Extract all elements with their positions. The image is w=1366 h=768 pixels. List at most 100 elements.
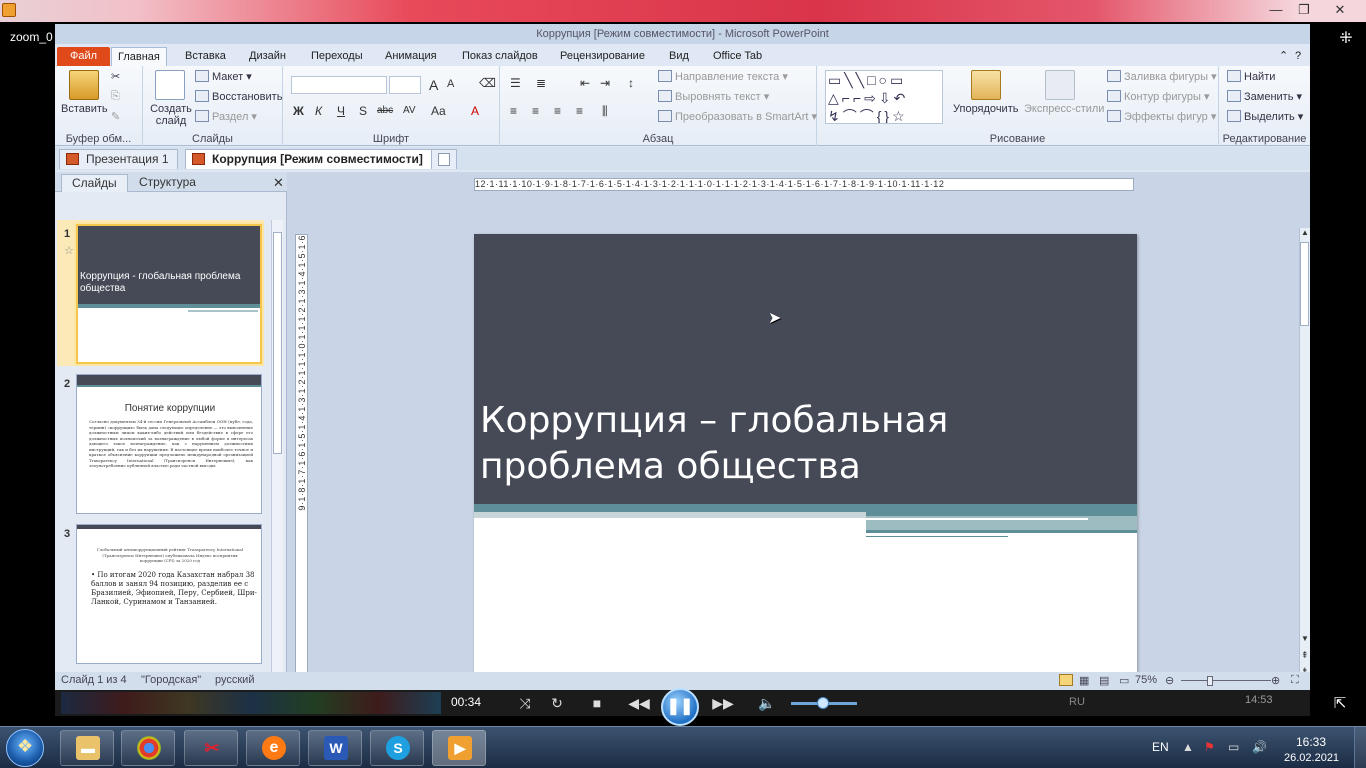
- network-icon[interactable]: ▭: [1228, 740, 1239, 754]
- font-name-field[interactable]: [291, 76, 387, 94]
- tab-home[interactable]: Главная: [111, 47, 167, 66]
- scroll-down-icon[interactable]: ▼: [1301, 634, 1309, 643]
- arrange-button[interactable]: Упорядочить: [953, 103, 1018, 115]
- tab-view[interactable]: Вид: [663, 47, 695, 66]
- replace-button[interactable]: Заменить ▾: [1227, 90, 1302, 103]
- help-icon[interactable]: ?: [1289, 47, 1307, 66]
- paste-button[interactable]: Вставить: [61, 103, 108, 115]
- start-button[interactable]: [6, 729, 44, 767]
- tab-insert[interactable]: Вставка: [179, 47, 232, 66]
- close-button[interactable]: ✕: [1326, 1, 1354, 19]
- change-case-button[interactable]: Aa: [431, 104, 446, 118]
- text-direction-button[interactable]: Направление текста ▾: [658, 70, 788, 83]
- section-button[interactable]: Раздел ▾: [195, 110, 257, 123]
- tray-arrow-icon[interactable]: ▲: [1182, 740, 1194, 754]
- shape-outline-button[interactable]: Контур фигуры ▾: [1107, 90, 1210, 103]
- zoom-level[interactable]: 75%: [1135, 674, 1157, 686]
- maximize-button[interactable]: ❐: [1290, 1, 1318, 19]
- font-color-button[interactable]: A: [471, 104, 479, 118]
- zoom-out-icon[interactable]: ⊖: [1165, 674, 1174, 687]
- zoom-in-icon[interactable]: ⊕: [1271, 674, 1280, 687]
- grow-font-button[interactable]: A: [429, 77, 438, 93]
- forward-icon[interactable]: ▶▶: [711, 693, 735, 713]
- tab-outline[interactable]: Структура: [129, 174, 206, 192]
- volume-icon[interactable]: 🔈: [755, 693, 779, 713]
- show-desktop-button[interactable]: [1354, 727, 1366, 768]
- align-center-icon[interactable]: ≡: [532, 104, 539, 118]
- new-tab-button[interactable]: [431, 149, 457, 169]
- slide-thumbnail-1[interactable]: Коррупция - глобальная проблема общества: [76, 224, 262, 364]
- taskbar-explorer[interactable]: ▬: [60, 730, 114, 766]
- minimize-button[interactable]: —: [1262, 1, 1290, 19]
- prev-slide-icon[interactable]: ⇞: [1301, 650, 1309, 661]
- layout-button[interactable]: Макет ▾: [195, 70, 252, 83]
- reading-view-icon[interactable]: ▤: [1099, 674, 1109, 687]
- align-right-icon[interactable]: ≡: [554, 104, 561, 118]
- shape-fill-button[interactable]: Заливка фигуры ▾: [1107, 70, 1217, 83]
- taskbar-chrome[interactable]: [121, 730, 175, 766]
- network-alert-icon[interactable]: ⚑: [1204, 740, 1215, 754]
- vertical-ruler[interactable]: 9·1·8·1·7·1·6·1·5·1·4·1·3·1·2·1·1·1·0·1·…: [295, 234, 308, 690]
- align-text-button[interactable]: Выровнять текст ▾: [658, 90, 769, 103]
- clock-date[interactable]: 26.02.2021: [1284, 752, 1339, 764]
- tab-slideshow[interactable]: Показ слайдов: [456, 47, 544, 66]
- cut-icon[interactable]: ✂: [111, 70, 120, 83]
- rewind-icon[interactable]: ◀◀: [627, 693, 651, 713]
- format-painter-icon[interactable]: ✎: [111, 110, 120, 123]
- tab-review[interactable]: Рецензирование: [554, 47, 651, 66]
- tab-animation[interactable]: Анимация: [379, 47, 443, 66]
- shadow-button[interactable]: S: [359, 104, 367, 118]
- slide-sorter-icon[interactable]: ▦: [1079, 674, 1089, 687]
- taskbar-recorder[interactable]: ▶: [432, 730, 486, 766]
- slideshow-icon[interactable]: ▭: [1119, 674, 1129, 687]
- slide-title[interactable]: Коррупция – глобальная проблема общества: [480, 398, 1135, 490]
- bullets-icon[interactable]: ☰: [510, 76, 521, 90]
- font-size-field[interactable]: [389, 76, 421, 94]
- shuffle-icon[interactable]: ⤨: [513, 693, 537, 713]
- decrease-indent-icon[interactable]: ⇤: [580, 76, 590, 90]
- align-left-icon[interactable]: ≡: [510, 104, 517, 118]
- speaker-icon[interactable]: 🔊: [1252, 740, 1267, 754]
- panel-scroll-thumb[interactable]: [273, 232, 282, 454]
- smartart-button[interactable]: Преобразовать в SmartArt ▾: [658, 110, 817, 123]
- reset-button[interactable]: Восстановить: [195, 90, 282, 103]
- tab-office-tab[interactable]: Office Tab: [707, 47, 768, 66]
- clear-format-icon[interactable]: ⌫: [479, 76, 496, 90]
- find-button[interactable]: Найти: [1227, 70, 1275, 83]
- shrink-font-button[interactable]: A: [447, 78, 454, 90]
- taskbar-skype[interactable]: S: [370, 730, 424, 766]
- horizontal-ruler[interactable]: 12·1·11·1·10·1·9·1·8·1·7·1·6·1·5·1·4·1·3…: [474, 178, 1134, 191]
- volume-knob[interactable]: [817, 697, 829, 709]
- select-button[interactable]: Выделить ▾: [1227, 110, 1303, 123]
- slide-thumbnail-3[interactable]: Глобальный антикоррупционный рейтинг Tra…: [76, 524, 262, 664]
- zoom-slider-thumb[interactable]: [1207, 676, 1213, 686]
- shape-effects-button[interactable]: Эффекты фигур ▾: [1107, 110, 1216, 123]
- tab-transitions[interactable]: Переходы: [305, 47, 369, 66]
- tab-design[interactable]: Дизайн: [243, 47, 292, 66]
- slide-scroll-thumb[interactable]: [1300, 242, 1309, 326]
- columns-icon[interactable]: ⫼: [602, 104, 608, 119]
- slide-thumbnail-2[interactable]: Понятие коррупции Согласно документам 34…: [76, 374, 262, 514]
- slide-scrollbar[interactable]: ▲ ▼ ⇞ ⇟: [1299, 228, 1310, 690]
- exit-fullscreen-icon[interactable]: ⇱: [1330, 694, 1350, 714]
- pause-button[interactable]: ❚❚: [661, 688, 699, 726]
- clock-time[interactable]: 16:33: [1296, 735, 1326, 749]
- slide-canvas[interactable]: Коррупция – глобальная проблема общества: [474, 234, 1137, 690]
- doc-tab-presentation1[interactable]: Презентация 1✕: [59, 149, 195, 169]
- scroll-up-icon[interactable]: ▲: [1301, 228, 1309, 237]
- italic-button[interactable]: К: [315, 104, 322, 118]
- char-spacing-button[interactable]: AV: [403, 105, 416, 116]
- copy-icon[interactable]: ⎘: [111, 90, 120, 103]
- strikethrough-button[interactable]: abc: [377, 105, 393, 116]
- doc-tab-corruption[interactable]: Коррупция [Режим совместимости]✕: [185, 149, 449, 169]
- stop-icon[interactable]: ■: [585, 693, 609, 713]
- fit-window-icon[interactable]: ⛶: [1291, 674, 1299, 687]
- keyboard-language[interactable]: EN: [1152, 740, 1169, 754]
- repeat-icon[interactable]: ↻: [545, 693, 569, 713]
- increase-indent-icon[interactable]: ⇥: [600, 76, 610, 90]
- quick-styles-button[interactable]: Экспресс-стили: [1024, 103, 1104, 115]
- taskbar-browser[interactable]: e: [246, 730, 300, 766]
- shapes-gallery[interactable]: ▭╲╲□○▭ △⌐⌐⇨⇩↶ ↯⌒⌒{}☆: [825, 70, 943, 124]
- underline-button[interactable]: Ч: [337, 104, 345, 118]
- zoom-slider[interactable]: [1181, 680, 1271, 681]
